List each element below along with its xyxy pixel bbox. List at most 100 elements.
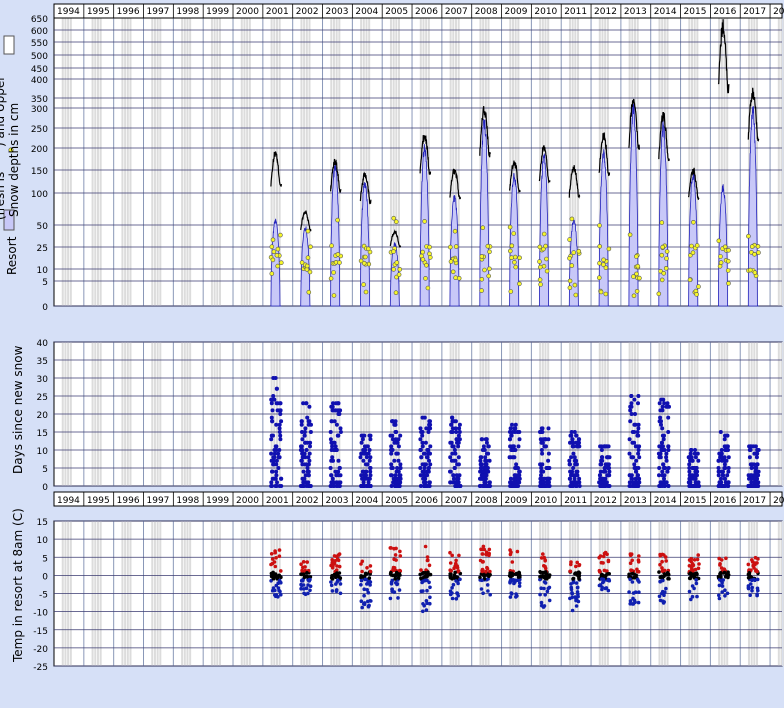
- fresh-snow-point: [448, 259, 454, 264]
- days-point: [686, 455, 691, 460]
- days-point: [716, 458, 721, 463]
- fresh-snow-point: [569, 263, 575, 268]
- days-point: [749, 466, 754, 470]
- fresh-snow-point: [538, 282, 543, 287]
- days-point: [421, 476, 426, 481]
- days-point: [329, 473, 334, 478]
- temp-point: [362, 587, 367, 591]
- temp-point: [279, 569, 283, 573]
- days-point: [335, 433, 340, 438]
- days-point: [274, 473, 279, 478]
- temp-point: [364, 572, 369, 576]
- temp-point: [574, 604, 579, 608]
- x-tick-label: 2014: [654, 7, 677, 17]
- days-point: [636, 448, 641, 452]
- days-point: [627, 473, 632, 478]
- fresh-snow-point: [634, 288, 640, 294]
- temp-point: [307, 579, 311, 583]
- days-point: [453, 451, 458, 456]
- temp-point: [360, 605, 365, 610]
- temp-point: [484, 569, 488, 574]
- temp-point: [697, 562, 701, 566]
- temp-point: [508, 595, 513, 599]
- temp-point: [276, 595, 280, 599]
- days-point: [546, 476, 551, 481]
- days-point: [300, 484, 305, 488]
- days-point: [542, 444, 547, 449]
- fresh-snow-point: [597, 223, 602, 228]
- days-point: [694, 473, 698, 478]
- temp-point: [428, 595, 432, 600]
- days-point: [724, 433, 729, 438]
- temp-point: [662, 600, 666, 604]
- temp-point: [547, 598, 552, 603]
- days-point: [570, 444, 575, 449]
- days-point: [481, 444, 486, 449]
- fresh-snow-point: [660, 244, 666, 250]
- temp-point: [270, 557, 275, 561]
- days-point: [693, 484, 698, 488]
- fresh-snow-point: [453, 257, 458, 263]
- x-tick-label: 1995: [87, 7, 110, 17]
- temp-point: [273, 593, 277, 597]
- days-point: [307, 451, 312, 456]
- temp-point: [303, 565, 307, 569]
- fresh-snow-point: [391, 267, 396, 272]
- days-point: [361, 480, 366, 485]
- days-point: [576, 437, 581, 442]
- days-point: [336, 408, 341, 413]
- days-point: [300, 437, 305, 442]
- days-point: [424, 426, 429, 431]
- days-point: [452, 448, 457, 452]
- temp-point: [570, 591, 574, 595]
- days-point: [418, 466, 423, 470]
- days-point: [547, 484, 552, 488]
- temp-point: [448, 561, 453, 565]
- days-point: [632, 462, 637, 467]
- temp-point: [628, 553, 633, 557]
- days-point: [659, 444, 664, 449]
- temp-point: [629, 568, 634, 573]
- temp-point: [630, 580, 635, 584]
- days-point: [516, 476, 520, 481]
- fresh-snow-point: [687, 277, 693, 283]
- days-point: [630, 430, 635, 434]
- y-tick-label: 25: [37, 244, 48, 254]
- x-tick-label: 2000: [236, 7, 259, 17]
- fresh-snow-point: [567, 255, 572, 261]
- days-point: [269, 437, 274, 442]
- days-point: [571, 473, 576, 478]
- x-tick-label: 1997: [147, 7, 170, 17]
- days-point: [662, 476, 666, 481]
- fresh-snow-point: [569, 216, 575, 222]
- days-point: [368, 437, 373, 442]
- days-point: [279, 484, 284, 488]
- days-point: [331, 484, 336, 488]
- temp-point: [306, 591, 310, 596]
- days-point: [484, 440, 489, 445]
- temp-point: [277, 548, 282, 552]
- temp-point: [598, 583, 603, 587]
- days-point: [453, 419, 458, 424]
- temp-point: [569, 582, 573, 586]
- days-point: [449, 458, 454, 463]
- temp-point: [748, 593, 752, 597]
- days-point: [305, 440, 310, 445]
- days-point: [723, 444, 728, 449]
- fresh-snow-point: [422, 219, 427, 224]
- days-point: [601, 476, 605, 481]
- temp-point: [719, 558, 724, 562]
- days-point: [632, 440, 637, 445]
- days-point: [664, 455, 669, 460]
- temp-point: [546, 573, 551, 577]
- days-point: [575, 473, 580, 478]
- fresh-snow-point: [269, 244, 275, 249]
- season-stripe: [240, 18, 243, 306]
- days-point: [422, 466, 427, 470]
- days-point: [270, 408, 275, 413]
- days-point: [752, 480, 757, 485]
- days-point: [577, 444, 582, 449]
- temp-point: [368, 583, 372, 587]
- days-point: [451, 476, 456, 481]
- temp-point: [359, 583, 363, 587]
